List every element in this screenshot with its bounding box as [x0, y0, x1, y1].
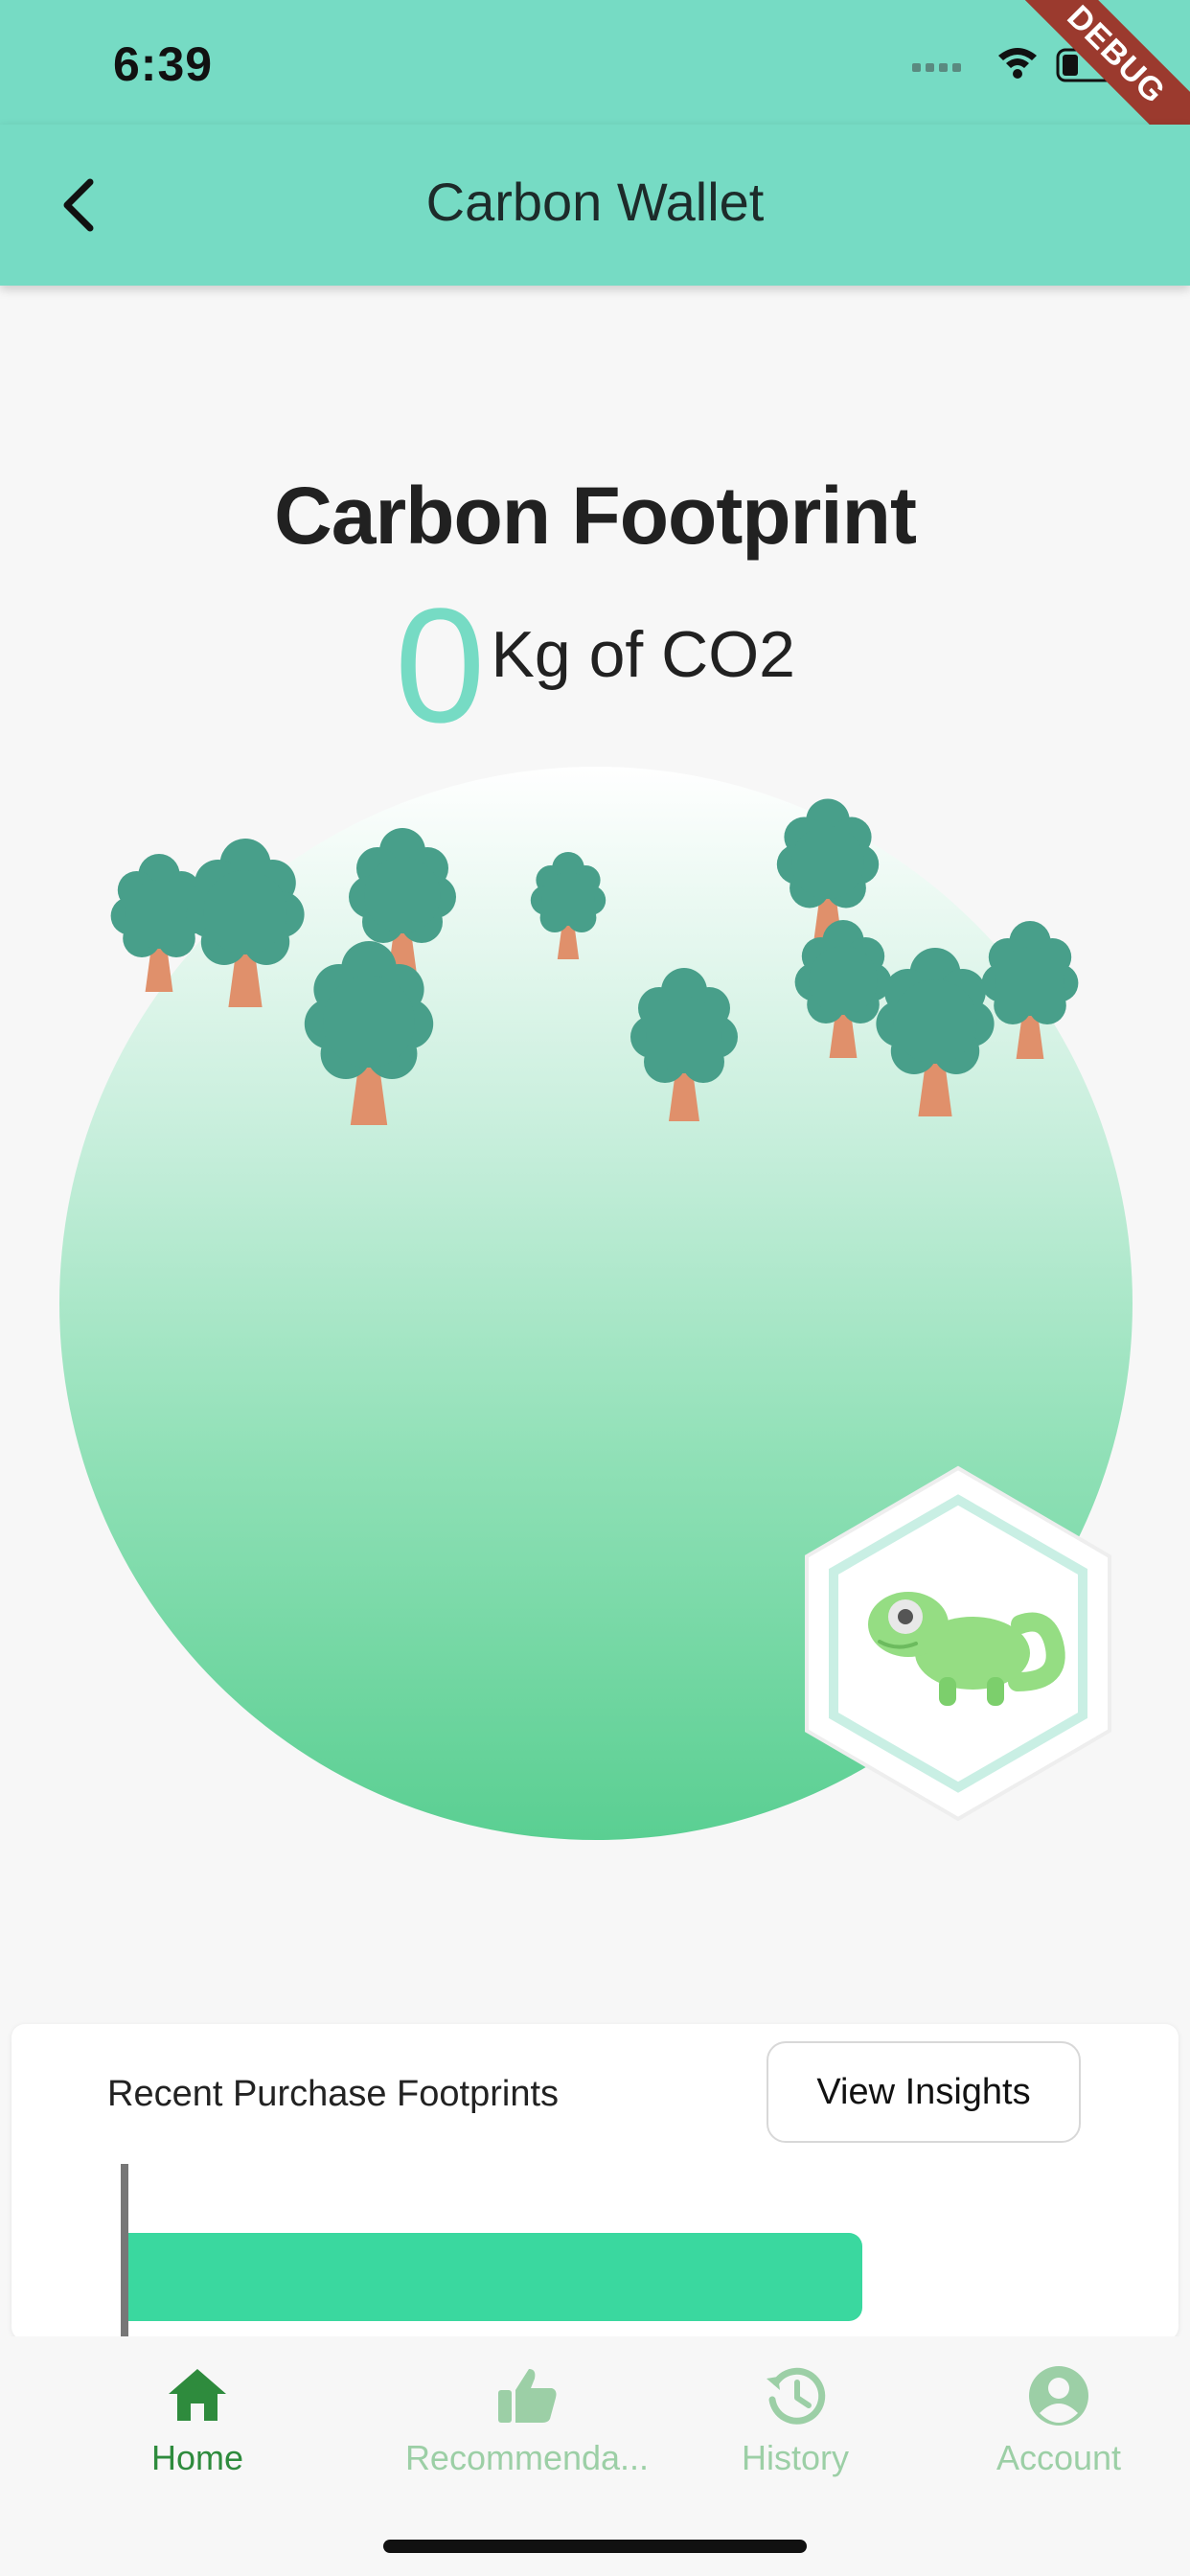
view-insights-button[interactable]: View Insights [767, 2041, 1081, 2143]
footprint-value: 0 [394, 575, 486, 757]
footprint-title: Carbon Footprint [274, 471, 917, 561]
signal-icon [912, 63, 961, 72]
nav-item-account[interactable]: Account [968, 2336, 1150, 2499]
purchase-footprint-bar [128, 2233, 862, 2321]
recent-purchases-label: Recent Purchase Footprints [107, 2074, 560, 2114]
footprint-unit: Kg of CO2 [491, 618, 796, 691]
footprint-value-row: 0Kg of CO2 [0, 585, 1190, 748]
app-title: Carbon Wallet [425, 172, 765, 232]
recent-purchases-card: Recent Purchase Footprints View Insights [11, 2024, 1179, 2356]
wifi-icon [998, 48, 1037, 79]
chart-axis [121, 2164, 128, 2356]
nav-item-history[interactable]: History [709, 2336, 881, 2499]
account-icon [1029, 2366, 1088, 2426]
nav-item-recommendations[interactable]: Recommenda... [402, 2336, 652, 2499]
forest-illustration [59, 767, 1133, 1840]
nav-item-home[interactable]: Home [96, 2336, 299, 2499]
nav-label-history: History [741, 2438, 849, 2477]
home-indicator [383, 2540, 807, 2553]
status-bar: 6:39 DEBUG [0, 0, 1190, 185]
nav-label-recommendations: Recommenda... [404, 2438, 650, 2477]
history-icon [767, 2367, 826, 2425]
nav-label-home: Home [150, 2438, 244, 2477]
thumbs-up-icon [498, 2369, 557, 2423]
nav-label-account: Account [995, 2438, 1122, 2477]
home-icon [169, 2369, 226, 2421]
status-time: 6:39 [113, 37, 214, 91]
